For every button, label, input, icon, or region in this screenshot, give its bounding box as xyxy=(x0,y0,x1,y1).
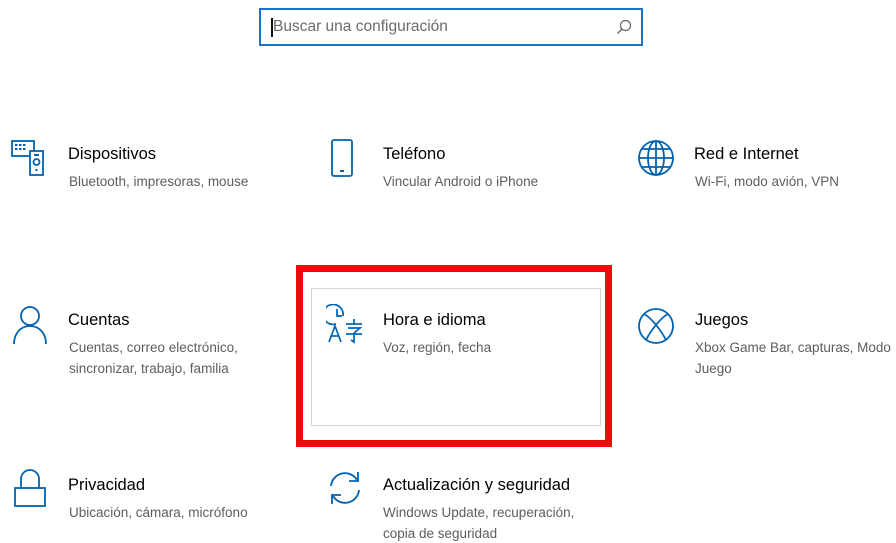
sync-icon xyxy=(330,472,360,504)
tile-title: Hora e idioma xyxy=(383,311,486,329)
tile-title: Dispositivos xyxy=(68,145,157,163)
tile-description: Voz, región, fecha xyxy=(383,340,492,355)
tile-title: Actualización y seguridad xyxy=(383,476,571,494)
tile-title: Teléfono xyxy=(383,145,446,163)
tile-cuentas[interactable]: Cuentas Cuentas, correo electrónico, sin… xyxy=(10,304,280,384)
tile-description: Ubicación, cámara, micrófono xyxy=(69,505,248,520)
devices-icon xyxy=(11,140,44,176)
tile-description: copia de seguridad xyxy=(383,526,498,541)
tile-description: sincronizar, trabajo, familia xyxy=(69,361,229,376)
tile-description: Windows Update, recuperación, xyxy=(383,505,575,520)
tile-juegos[interactable]: Juegos Xbox Game Bar, capturas, Modo Jue… xyxy=(636,304,894,384)
tile-hora-idioma[interactable]: Hora e idioma Voz, región, fecha xyxy=(326,304,596,384)
search-icon[interactable] xyxy=(615,18,633,36)
globe-icon xyxy=(638,140,674,176)
tile-description: Cuentas, correo electrónico, xyxy=(69,340,238,355)
settings-home: Dispositivos Bluetooth, impresoras, mous… xyxy=(0,0,896,543)
tile-privacidad[interactable]: Privacidad Ubicación, cámara, micrófono xyxy=(10,468,280,538)
person-icon xyxy=(13,306,47,344)
tile-description: Wi-Fi, modo avión, VPN xyxy=(695,174,840,189)
tile-dispositivos[interactable]: Dispositivos Bluetooth, impresoras, mous… xyxy=(10,138,280,208)
xbox-icon xyxy=(638,308,674,344)
tile-description: Juego xyxy=(695,361,732,376)
search-input[interactable] xyxy=(269,10,613,44)
tile-description: Bluetooth, impresoras, mouse xyxy=(69,174,249,189)
phone-icon xyxy=(331,139,353,177)
tile-telefono[interactable]: Teléfono Vincular Android o iPhone xyxy=(328,138,598,208)
tile-title: Juegos xyxy=(695,311,749,329)
tile-actualizacion-seguridad[interactable]: Actualización y seguridad Windows Update… xyxy=(325,468,605,543)
tile-title: Cuentas xyxy=(68,311,130,329)
time-language-icon xyxy=(326,304,363,344)
tile-description: Vincular Android o iPhone xyxy=(383,174,539,189)
lock-icon xyxy=(14,469,46,507)
tile-red-internet[interactable]: Red e Internet Wi-Fi, modo avión, VPN xyxy=(636,138,886,208)
tile-title: Privacidad xyxy=(68,476,146,494)
tile-title: Red e Internet xyxy=(694,145,799,163)
search-box[interactable] xyxy=(259,8,643,46)
tile-description: Xbox Game Bar, capturas, Modo xyxy=(695,340,891,355)
